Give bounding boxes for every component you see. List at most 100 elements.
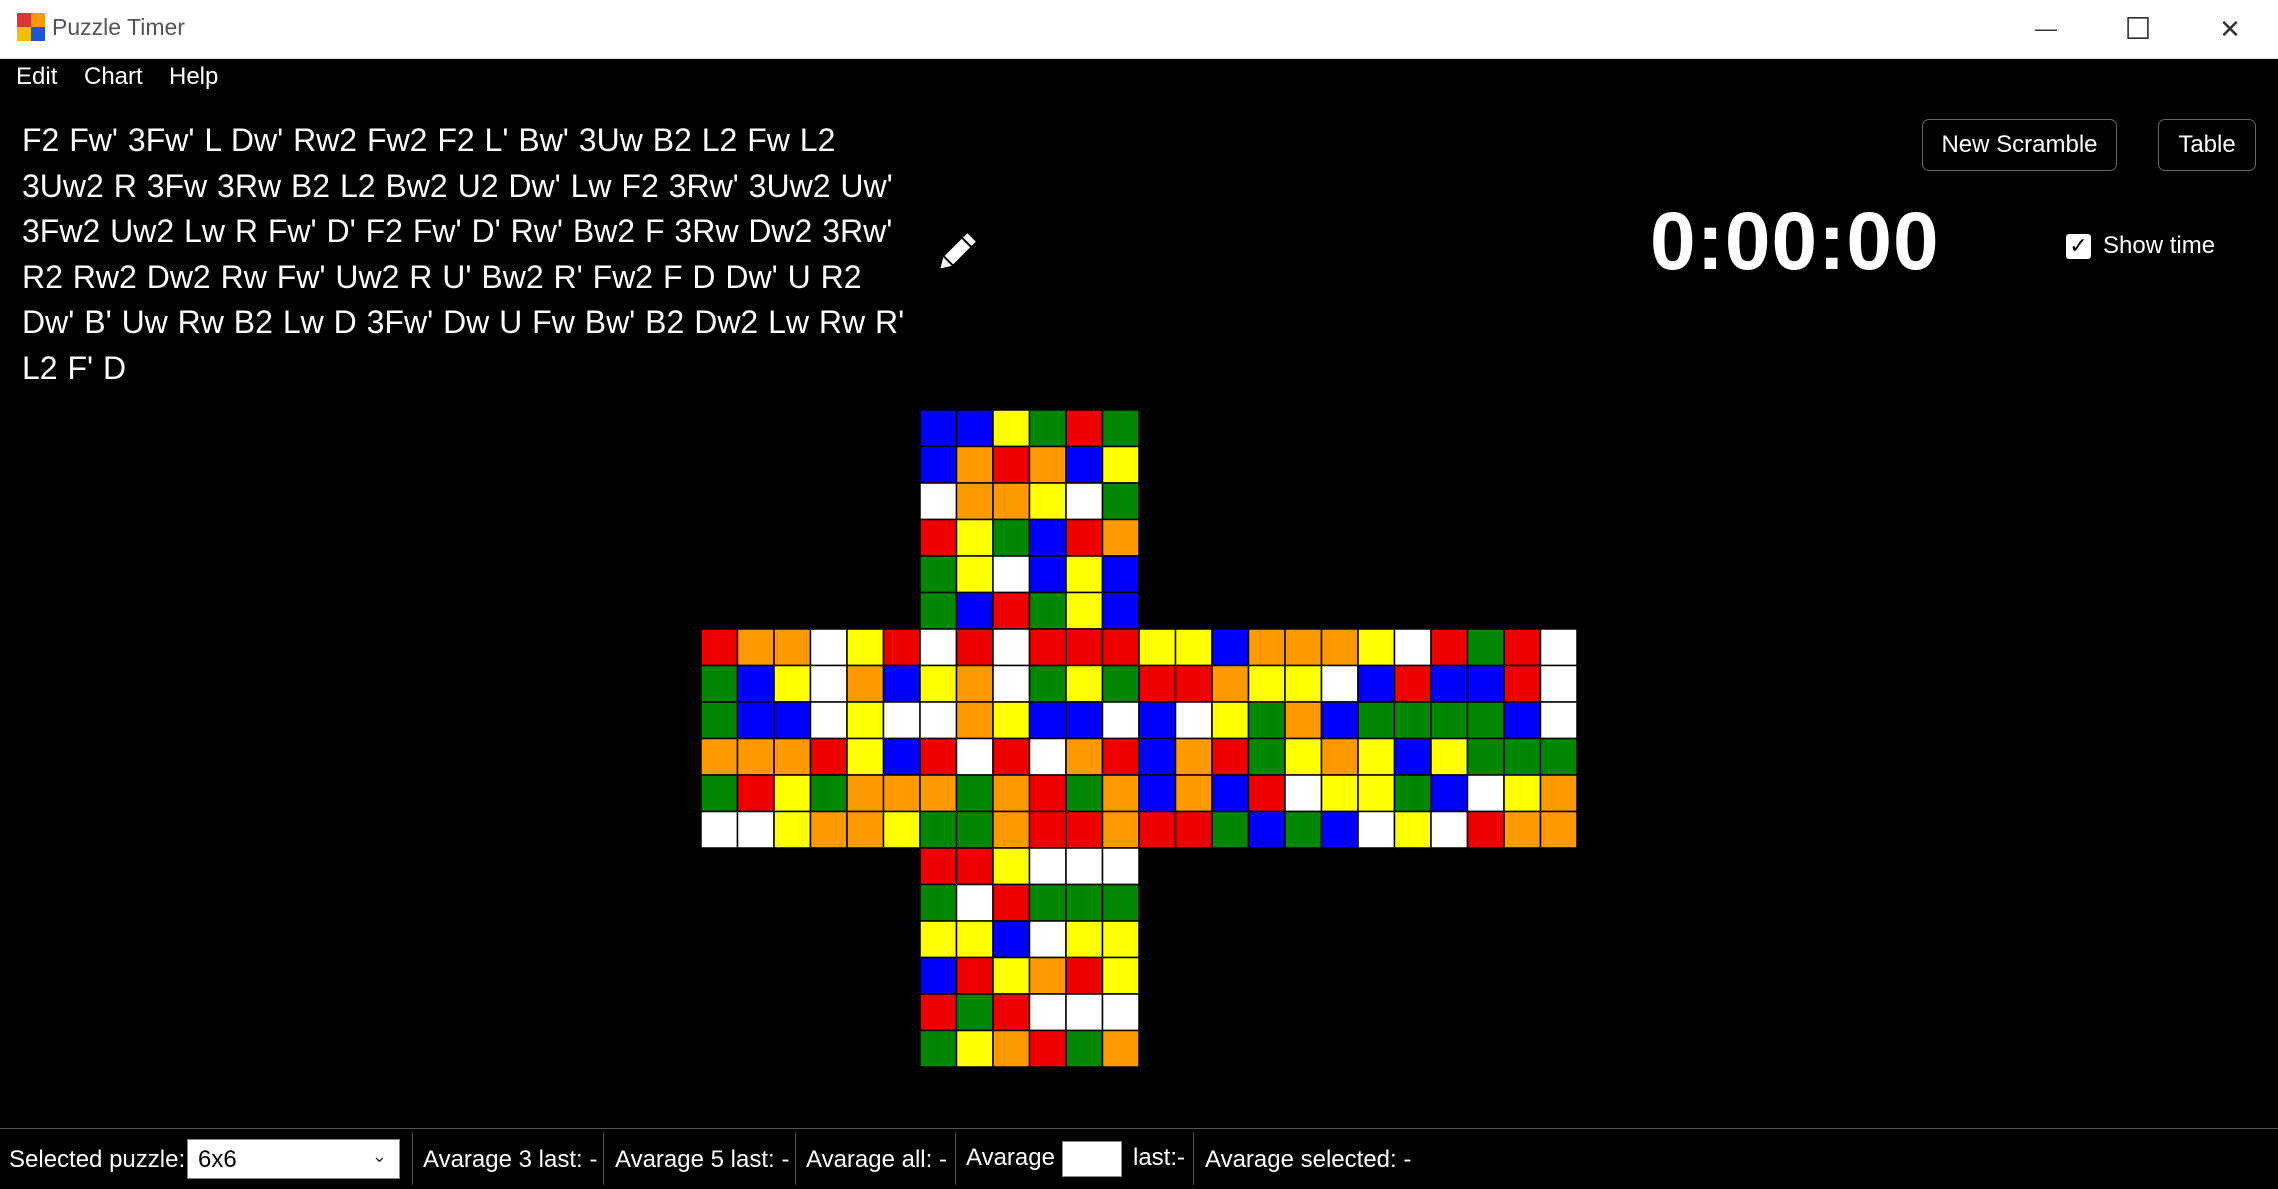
status-divider: [955, 1133, 956, 1185]
sticker-u: [992, 555, 1031, 594]
sticker-d: [992, 956, 1031, 995]
sticker-l: [809, 774, 848, 813]
average-all: Avarage all: -: [806, 1146, 947, 1173]
sticker-d: [1028, 1029, 1067, 1068]
sticker-r: [1284, 810, 1323, 849]
sticker-d: [1101, 993, 1140, 1032]
sticker-u: [1101, 482, 1140, 521]
sticker-b: [1539, 737, 1578, 776]
sticker-f: [1065, 810, 1104, 849]
puzzle-select[interactable]: 6x6 ⌄: [187, 1139, 400, 1179]
sticker-b: [1539, 701, 1578, 740]
sticker-d: [992, 883, 1031, 922]
sticker-r: [1211, 701, 1250, 740]
sticker-b: [1430, 628, 1469, 667]
sticker-b: [1503, 774, 1542, 813]
sticker-d: [955, 993, 994, 1032]
sticker-u: [992, 409, 1031, 448]
sticker-f: [1101, 810, 1140, 849]
sticker-f: [1101, 774, 1140, 813]
sticker-l: [882, 701, 921, 740]
sticker-l: [736, 737, 775, 776]
sticker-r: [1211, 628, 1250, 667]
sticker-u: [955, 591, 994, 630]
sticker-b: [1357, 810, 1396, 849]
sticker-f: [955, 774, 994, 813]
sticker-d: [919, 1029, 958, 1068]
sticker-r: [1174, 774, 1213, 813]
sticker-f: [919, 664, 958, 703]
sticker-r: [1174, 664, 1213, 703]
sticker-b: [1503, 701, 1542, 740]
sticker-b: [1357, 664, 1396, 703]
sticker-d: [1101, 1029, 1140, 1068]
sticker-r: [1320, 810, 1359, 849]
sticker-u: [919, 445, 958, 484]
sticker-u: [1028, 445, 1067, 484]
sticker-u: [955, 518, 994, 557]
sticker-b: [1393, 701, 1432, 740]
sticker-b: [1539, 810, 1578, 849]
sticker-u: [1028, 409, 1067, 448]
average-3-last: Avarage 3 last: -: [423, 1146, 598, 1173]
sticker-d: [1101, 883, 1140, 922]
sticker-b: [1466, 737, 1505, 776]
sticker-b: [1393, 774, 1432, 813]
sticker-d: [955, 920, 994, 959]
average-n-label: Avarage: [966, 1144, 1055, 1171]
sticker-r: [1211, 664, 1250, 703]
sticker-f: [1065, 664, 1104, 703]
status-divider: [795, 1133, 796, 1185]
sticker-l: [736, 664, 775, 703]
sticker-l: [846, 628, 885, 667]
sticker-d: [1028, 883, 1067, 922]
sticker-f: [1101, 664, 1140, 703]
sticker-f: [919, 628, 958, 667]
sticker-f: [992, 664, 1031, 703]
sticker-f: [955, 810, 994, 849]
sticker-u: [1101, 445, 1140, 484]
sticker-b: [1503, 737, 1542, 776]
sticker-r: [1211, 737, 1250, 776]
sticker-r: [1247, 701, 1286, 740]
sticker-f: [1065, 701, 1104, 740]
status-bar: Selected puzzle: 6x6 ⌄ Avarage 3 last: -…: [0, 1128, 2278, 1189]
sticker-r: [1138, 810, 1177, 849]
sticker-r: [1284, 774, 1323, 813]
sticker-u: [919, 518, 958, 557]
average-count-input[interactable]: [1062, 1141, 1122, 1177]
sticker-d: [1065, 993, 1104, 1032]
sticker-l: [773, 737, 812, 776]
sticker-d: [992, 847, 1031, 886]
sticker-f: [1101, 701, 1140, 740]
sticker-r: [1284, 664, 1323, 703]
sticker-u: [992, 482, 1031, 521]
sticker-u: [1101, 518, 1140, 557]
status-divider: [412, 1133, 413, 1185]
sticker-u: [1065, 409, 1104, 448]
sticker-d: [1028, 847, 1067, 886]
sticker-l: [882, 664, 921, 703]
sticker-u: [1028, 555, 1067, 594]
sticker-d: [1028, 920, 1067, 959]
sticker-l: [736, 774, 775, 813]
sticker-f: [1028, 737, 1067, 776]
selected-puzzle-label: Selected puzzle:: [9, 1146, 186, 1173]
sticker-r: [1247, 774, 1286, 813]
sticker-l: [882, 774, 921, 813]
sticker-r: [1284, 628, 1323, 667]
average-5-last: Avarage 5 last: -: [615, 1146, 790, 1173]
sticker-d: [1065, 847, 1104, 886]
sticker-l: [736, 810, 775, 849]
sticker-l: [700, 774, 739, 813]
sticker-f: [1028, 628, 1067, 667]
sticker-r: [1174, 737, 1213, 776]
sticker-d: [992, 1029, 1031, 1068]
sticker-d: [992, 993, 1031, 1032]
sticker-d: [919, 920, 958, 959]
sticker-f: [919, 810, 958, 849]
sticker-d: [1101, 920, 1140, 959]
sticker-r: [1138, 737, 1177, 776]
sticker-l: [846, 737, 885, 776]
sticker-d: [1065, 1029, 1104, 1068]
